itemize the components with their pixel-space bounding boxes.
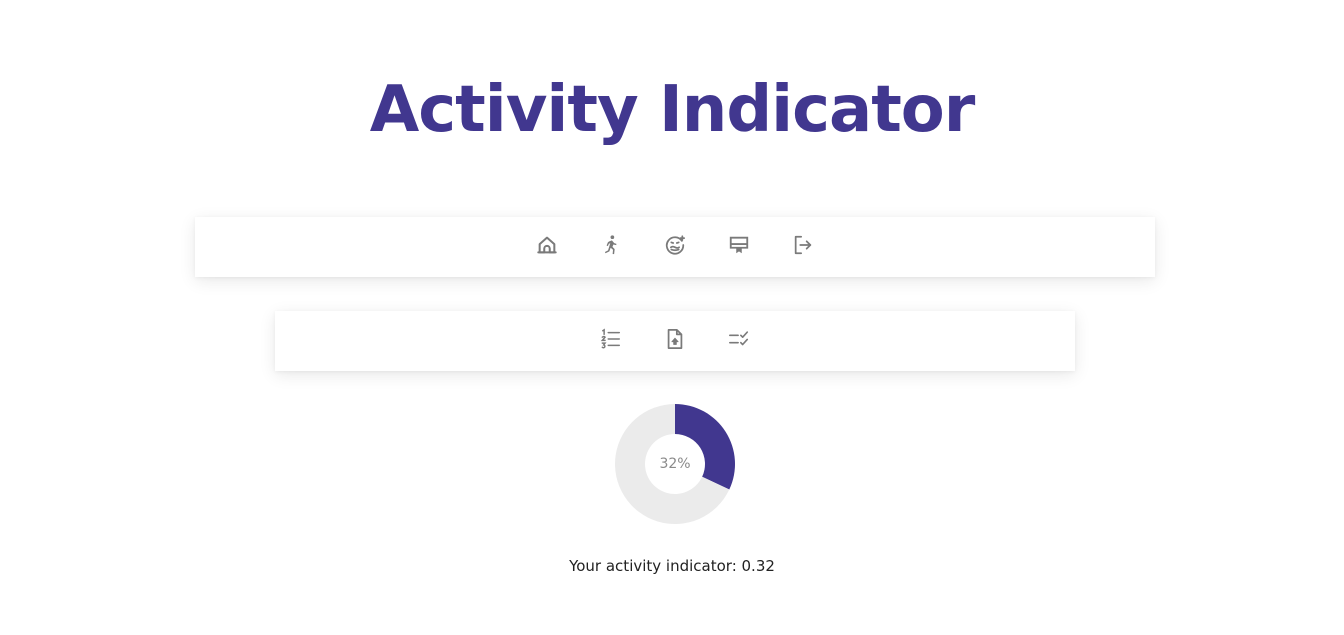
face-mask-icon <box>664 234 686 260</box>
running-person-icon <box>600 234 622 260</box>
ranking-button[interactable] <box>579 311 643 371</box>
upload-button[interactable] <box>643 311 707 371</box>
activity-button[interactable] <box>579 217 643 277</box>
certificate-icon <box>728 234 750 260</box>
activity-donut-chart: 32% <box>614 403 736 525</box>
logout-icon <box>792 234 814 260</box>
health-button[interactable] <box>643 217 707 277</box>
activity-caption: Your activity indicator: 0.32 <box>569 557 775 575</box>
file-upload-icon <box>664 328 686 354</box>
home-button[interactable] <box>515 217 579 277</box>
tasks-button[interactable] <box>707 311 771 371</box>
logout-button[interactable] <box>771 217 835 277</box>
page-title: Activity Indicator <box>369 73 976 147</box>
numbered-list-icon <box>600 328 622 354</box>
page: Activity Indicator 32% Your activity ind… <box>0 0 1344 635</box>
checklist-icon <box>728 328 750 354</box>
main-nav <box>195 217 1155 277</box>
home-icon <box>536 234 558 260</box>
donut-percent-label: 32% <box>659 456 691 472</box>
sub-nav <box>275 311 1075 371</box>
certificate-button[interactable] <box>707 217 771 277</box>
